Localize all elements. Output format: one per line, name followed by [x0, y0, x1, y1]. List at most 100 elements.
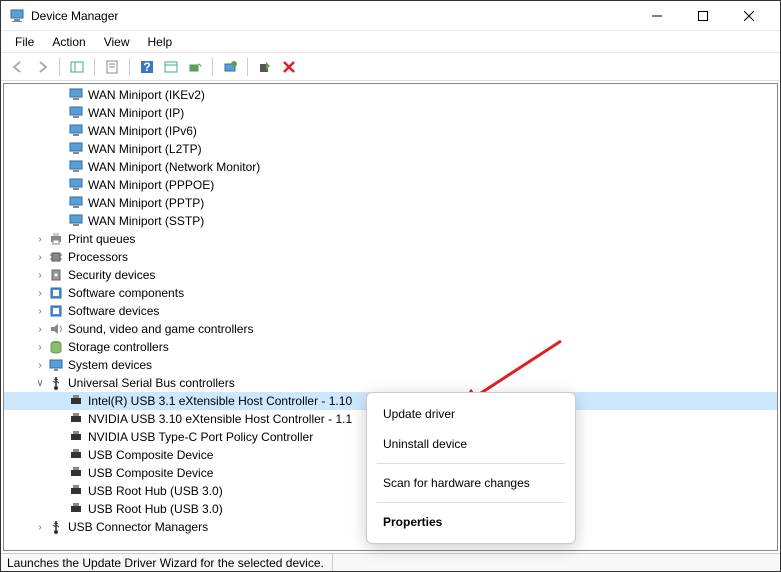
category-software[interactable]: › Software devices — [4, 302, 777, 320]
sound-icon — [48, 321, 64, 337]
tree-item-label: WAN Miniport (Network Monitor) — [88, 160, 266, 174]
tree-item-label: USB Connector Managers — [68, 520, 214, 534]
expander-icon[interactable]: › — [32, 306, 48, 317]
wan-miniport-item[interactable]: WAN Miniport (IKEv2) — [4, 86, 777, 104]
action-button[interactable] — [160, 56, 182, 78]
wan-miniport-item[interactable]: WAN Miniport (Network Monitor) — [4, 158, 777, 176]
ctx-scan-hardware[interactable]: Scan for hardware changes — [367, 468, 575, 498]
expander-icon[interactable]: ∨ — [32, 378, 48, 389]
monitor-icon — [68, 195, 84, 211]
monitor-icon — [68, 177, 84, 193]
cpu-icon — [48, 249, 64, 265]
maximize-button[interactable] — [680, 1, 726, 31]
expander-icon[interactable]: › — [32, 324, 48, 335]
window-controls — [634, 1, 772, 31]
menu-action[interactable]: Action — [44, 33, 93, 51]
wan-miniport-item[interactable]: WAN Miniport (PPTP) — [4, 194, 777, 212]
expander-icon[interactable]: › — [32, 270, 48, 281]
usbhost-icon — [68, 393, 84, 409]
wan-miniport-item[interactable]: WAN Miniport (IPv6) — [4, 122, 777, 140]
tree-item-label: Sound, video and game controllers — [68, 322, 259, 336]
svg-text:?: ? — [143, 60, 150, 74]
tree-item-label: WAN Miniport (PPPOE) — [88, 178, 220, 192]
app-icon — [9, 8, 25, 24]
tree-item-label: WAN Miniport (PPTP) — [88, 196, 210, 210]
category-storage[interactable]: ›Storage controllers — [4, 338, 777, 356]
expander-icon[interactable]: › — [32, 234, 48, 245]
category-printer[interactable]: › Print queues — [4, 230, 777, 248]
ctx-uninstall-device[interactable]: Uninstall device — [367, 429, 575, 459]
monitor-icon — [68, 159, 84, 175]
usb-icon — [48, 375, 64, 391]
expander-icon[interactable]: › — [32, 252, 48, 263]
update-driver-button[interactable] — [219, 56, 241, 78]
usbhost-icon — [68, 429, 84, 445]
ctx-properties[interactable]: Properties — [367, 507, 575, 537]
help-button[interactable]: ? — [136, 56, 158, 78]
expander-icon[interactable]: › — [32, 288, 48, 299]
wan-miniport-item[interactable]: WAN Miniport (IP) — [4, 104, 777, 122]
tree-item-label: WAN Miniport (SSTP) — [88, 214, 210, 228]
properties-button[interactable] — [101, 56, 123, 78]
usbhost-icon — [68, 483, 84, 499]
security-icon — [48, 267, 64, 283]
tree-item-label: NVIDIA USB Type-C Port Policy Controller — [88, 430, 319, 444]
tree-item-label: USB Composite Device — [88, 466, 219, 480]
category-software[interactable]: › Software components — [4, 284, 777, 302]
usbhost-icon — [68, 447, 84, 463]
tree-item-label: Processors — [68, 250, 134, 264]
enable-device-button[interactable] — [254, 56, 276, 78]
category-sound[interactable]: › Sound, video and game controllers — [4, 320, 777, 338]
category-cpu[interactable]: › Processors — [4, 248, 777, 266]
scan-hardware-button[interactable] — [184, 56, 206, 78]
status-text: Launches the Update Driver Wizard for th… — [7, 554, 333, 571]
tree-item-label: Software components — [68, 286, 190, 300]
expander-icon[interactable]: › — [32, 360, 48, 371]
show-hide-console-tree-button[interactable] — [66, 56, 88, 78]
monitor-icon — [68, 123, 84, 139]
software-icon — [48, 285, 64, 301]
uninstall-device-button[interactable] — [278, 56, 300, 78]
tree-item-label: WAN Miniport (IP) — [88, 106, 190, 120]
forward-button[interactable] — [31, 56, 53, 78]
minimize-button[interactable] — [634, 1, 680, 31]
tree-item-label: Intel(R) USB 3.1 eXtensible Host Control… — [88, 394, 358, 408]
category-system[interactable]: › System devices — [4, 356, 777, 374]
tree-item-label: USB Root Hub (USB 3.0) — [88, 484, 229, 498]
back-button[interactable] — [7, 56, 29, 78]
tree-item-label: Print queues — [68, 232, 141, 246]
wan-miniport-item[interactable]: WAN Miniport (SSTP) — [4, 212, 777, 230]
wan-miniport-item[interactable]: WAN Miniport (L2TP) — [4, 140, 777, 158]
tree-item-label: Software devices — [68, 304, 165, 318]
tree-item-label: USB Composite Device — [88, 448, 219, 462]
system-icon — [48, 357, 64, 373]
tree-item-label: Security devices — [68, 268, 161, 282]
menu-view[interactable]: View — [96, 33, 138, 51]
tree-item-label: USB Root Hub (USB 3.0) — [88, 502, 229, 516]
usbhost-icon — [68, 465, 84, 481]
expander-icon[interactable]: › — [32, 342, 48, 353]
menu-file[interactable]: File — [7, 33, 42, 51]
usb-icon — [48, 519, 64, 535]
statusbar: Launches the Update Driver Wizard for th… — [1, 553, 780, 571]
tree-item-label: NVIDIA USB 3.10 eXtensible Host Controll… — [88, 412, 358, 426]
category-security[interactable]: › Security devices — [4, 266, 777, 284]
titlebar: Device Manager — [1, 1, 780, 31]
tree-item-label: WAN Miniport (L2TP) — [88, 142, 208, 156]
storage-icon — [48, 339, 64, 355]
expander-icon[interactable]: › — [32, 522, 48, 533]
monitor-icon — [68, 105, 84, 121]
tree-item-label: WAN Miniport (IKEv2) — [88, 88, 211, 102]
monitor-icon — [68, 141, 84, 157]
wan-miniport-item[interactable]: WAN Miniport (PPPOE) — [4, 176, 777, 194]
usbhost-icon — [68, 501, 84, 517]
software-icon — [48, 303, 64, 319]
menu-help[interactable]: Help — [140, 33, 181, 51]
category-usb-controllers[interactable]: ∨Universal Serial Bus controllers — [4, 374, 777, 392]
usbhost-icon — [68, 411, 84, 427]
close-button[interactable] — [726, 1, 772, 31]
tree-item-label: WAN Miniport (IPv6) — [88, 124, 203, 138]
monitor-icon — [68, 87, 84, 103]
ctx-update-driver[interactable]: Update driver — [367, 399, 575, 429]
tree-item-label: System devices — [68, 358, 158, 372]
